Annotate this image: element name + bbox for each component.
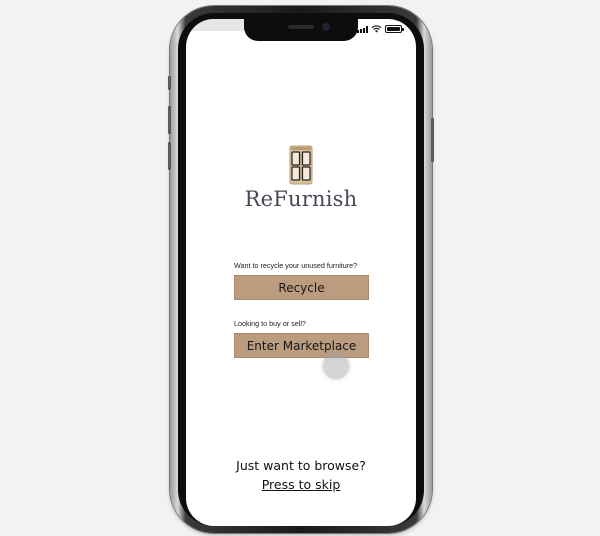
status-icons — [357, 24, 404, 34]
recycle-button[interactable]: Recycle — [234, 275, 369, 300]
silent-switch — [168, 76, 171, 90]
volume-down-button — [168, 142, 171, 170]
front-camera — [322, 23, 330, 31]
earpiece-speaker — [288, 25, 314, 29]
enter-marketplace-button[interactable]: Enter Marketplace — [234, 333, 369, 358]
browse-prompt: Just want to browse? — [236, 458, 366, 473]
skip-link[interactable]: Press to skip — [186, 477, 416, 492]
volume-up-button — [168, 106, 171, 134]
phone-frame: ReFurnish Want to recycle your unused fu… — [168, 6, 434, 533]
status-bar — [186, 19, 416, 41]
app-screen: ReFurnish Want to recycle your unused fu… — [186, 19, 416, 526]
touch-indicator — [323, 353, 349, 379]
cellular-signal-icon — [357, 25, 368, 33]
notch — [244, 19, 358, 41]
wardrobe-icon — [289, 145, 313, 185]
marketplace-prompt: Looking to buy or sell? — [234, 319, 306, 328]
wifi-icon — [371, 25, 382, 33]
recycle-prompt: Want to recycle your unused furniture? — [234, 261, 358, 270]
battery-icon — [385, 25, 404, 33]
app-title: ReFurnish — [244, 187, 358, 211]
power-button — [431, 118, 434, 162]
